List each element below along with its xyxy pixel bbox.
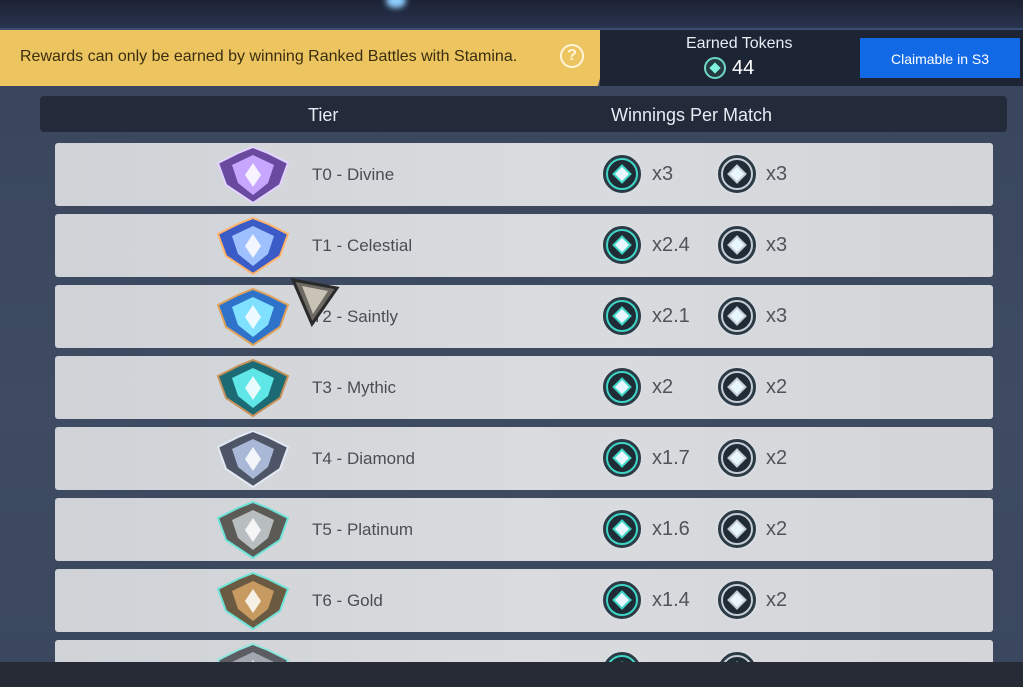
token-a: [600, 507, 644, 551]
silver-token-icon: [716, 153, 758, 195]
token-b: [715, 578, 759, 622]
tier-name: T1 - Celestial: [312, 236, 413, 255]
bottom-bar: [0, 662, 1023, 687]
tier-row-partial: [55, 640, 993, 662]
tier-badge: [208, 358, 298, 418]
tier-badge-icon: [216, 642, 290, 662]
tier-badge: [208, 571, 298, 631]
token-a-multiplier: x1.4: [652, 589, 690, 611]
tier-name: T5 - Platinum: [312, 520, 414, 539]
tier-row: T0 - Divine x3 x3: [55, 143, 993, 206]
tier-badge: [208, 216, 298, 276]
earned-tokens-count: 44: [732, 57, 755, 79]
tier-badge: [208, 500, 298, 560]
tier-badge: [208, 642, 298, 662]
token-b: [715, 436, 759, 480]
token-b-multiplier: x2: [766, 447, 788, 469]
teal-token-icon: [601, 579, 643, 621]
silver-token-icon: [716, 295, 758, 337]
tier-badge-icon: [216, 571, 290, 631]
tier-row: T3 - Mythic x2 x2: [55, 356, 993, 419]
tier-name: T0 - Divine: [312, 165, 395, 184]
tier-row: T4 - Diamond x1.7 x2: [55, 427, 993, 490]
token-a-multiplier: x2: [652, 376, 674, 398]
silver-token-icon: [716, 224, 758, 266]
token-b-multiplier: x2: [766, 376, 788, 398]
rewards-panel: Rewards can only be earned by winning Ra…: [0, 30, 1023, 662]
teal-token-icon: [603, 650, 641, 662]
token-icon: [704, 57, 726, 79]
tier-badge-icon: [216, 500, 290, 560]
token-a: [600, 294, 644, 338]
tier-row: T5 - Platinum x1.6 x2: [55, 498, 993, 561]
cursor-icon: [290, 278, 340, 328]
earned-tokens-label: Earned Tokens: [686, 35, 793, 52]
token-b-multiplier: x3: [766, 163, 788, 185]
teal-token-icon: [601, 508, 643, 550]
tier-name: T4 - Diamond: [312, 449, 415, 468]
token-b-multiplier: x2: [766, 589, 788, 611]
tier-name: T6 - Gold: [312, 591, 383, 610]
header-winnings: Winnings Per Match: [611, 105, 773, 125]
silver-token-icon: [716, 508, 758, 550]
tier-badge: [208, 145, 298, 205]
token-a: [600, 649, 644, 662]
token-b: [715, 507, 759, 551]
token-a: [600, 365, 644, 409]
token-a-multiplier: x2.4: [652, 234, 690, 256]
tier-badge-icon: [216, 358, 290, 418]
token-b-multiplier: x3: [766, 234, 788, 256]
tier-badge: [208, 287, 298, 347]
token-a-multiplier: x3: [652, 163, 674, 185]
tier-row: T6 - Gold x1.4 x2: [55, 569, 993, 632]
token-a: [600, 223, 644, 267]
silver-token-icon: [716, 579, 758, 621]
tier-badge-icon: [216, 145, 290, 205]
silver-token-icon: [718, 650, 756, 662]
question-icon[interactable]: ?: [560, 44, 584, 68]
token-a: [600, 152, 644, 196]
tier-badge: [208, 429, 298, 489]
header-tier: Tier: [308, 105, 339, 125]
info-banner: Rewards can only be earned by winning Ra…: [0, 30, 600, 86]
claim-button[interactable]: Claimable in S3: [860, 38, 1020, 78]
tier-badge-icon: [216, 429, 290, 489]
token-b: [715, 152, 759, 196]
token-b-multiplier: x3: [766, 305, 788, 327]
token-b-multiplier: x2: [766, 518, 788, 540]
table-header: Tier Winnings Per Match: [40, 96, 1007, 132]
token-b: [715, 223, 759, 267]
token-a-multiplier: x1.7: [652, 447, 690, 469]
teal-token-icon: [601, 295, 643, 337]
token-a: [600, 578, 644, 622]
info-message: Rewards can only be earned by winning Ra…: [20, 48, 518, 65]
token-a-multiplier: x1.6: [652, 518, 690, 540]
token-a: [600, 436, 644, 480]
token-b: [715, 365, 759, 409]
silver-token-icon: [716, 437, 758, 479]
silver-token-icon: [716, 366, 758, 408]
tier-row: T1 - Celestial x2.4 x3: [55, 214, 993, 277]
token-b: [715, 294, 759, 338]
tier-badge-icon: [216, 287, 290, 347]
tier-name: T3 - Mythic: [312, 378, 397, 397]
teal-token-icon: [601, 153, 643, 195]
token-a-multiplier: x2.1: [652, 305, 690, 327]
tier-row: T2 - Saintly x2.1 x3: [55, 285, 993, 348]
teal-token-icon: [601, 437, 643, 479]
top-bar: [0, 0, 1023, 30]
teal-token-icon: [601, 224, 643, 266]
teal-token-icon: [601, 366, 643, 408]
tier-badge-icon: [216, 216, 290, 276]
token-b: [715, 649, 759, 662]
